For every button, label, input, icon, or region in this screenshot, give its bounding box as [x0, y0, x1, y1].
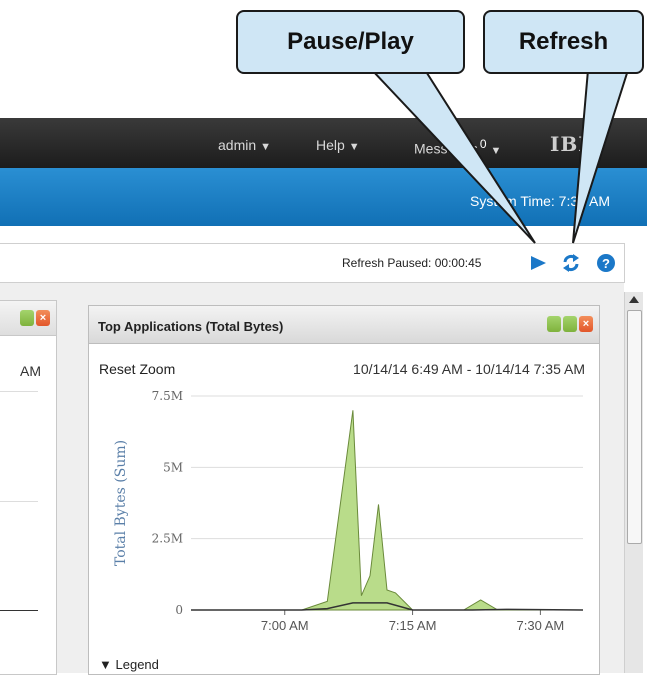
y-tick-label: 2.5M: [152, 532, 183, 546]
y-axis-label: Total Bytes (Sum): [113, 440, 129, 566]
scrollbar-thumb[interactable]: [627, 310, 642, 544]
minimize-icon[interactable]: [547, 316, 561, 332]
y-tick-label: 5M: [163, 460, 183, 474]
pause-play-callout-label: Pause/Play: [236, 10, 465, 74]
legend-toggle[interactable]: ▼ Legend: [99, 657, 159, 672]
panel-window-controls: ×: [547, 316, 593, 332]
y-tick-label: 0: [175, 603, 183, 617]
panel-title: Top Applications (Total Bytes): [98, 319, 284, 334]
close-icon[interactable]: ×: [36, 310, 50, 326]
series-1-area: [191, 410, 583, 611]
bytes-area-chart: 0 2.5M 5M 7.5M 7:00 AM 7:15 AM 7:30 AM Total By…: [113, 389, 584, 633]
gridline: [0, 501, 38, 502]
scroll-up-icon[interactable]: [629, 296, 639, 303]
gridline: [0, 391, 38, 392]
left-panel-time: AM: [20, 363, 41, 379]
vertical-scrollbar[interactable]: [624, 292, 643, 673]
x-tick-label: 7:15 AM: [389, 618, 437, 633]
y-tick-label: 7.5M: [152, 389, 183, 403]
reset-zoom-button[interactable]: Reset Zoom: [99, 361, 175, 377]
legend-arrow-icon: ▼: [99, 657, 112, 672]
left-dashboard-panel: × AM: [0, 300, 57, 675]
settings-icon[interactable]: [563, 316, 577, 332]
refresh-callout-label: Refresh: [483, 10, 644, 74]
time-range-label: 10/14/14 6:49 AM - 10/14/14 7:35 AM: [353, 361, 585, 377]
legend-label: Legend: [115, 657, 159, 672]
close-icon[interactable]: ×: [579, 316, 593, 332]
left-panel-controls: ×: [20, 310, 50, 326]
settings-icon[interactable]: [20, 310, 34, 326]
top-applications-panel: Top Applications (Total Bytes) × Reset Z…: [88, 305, 600, 675]
panel-header: Top Applications (Total Bytes) ×: [89, 306, 599, 344]
x-tick-label: 7:00 AM: [261, 618, 309, 633]
axis-line: [0, 610, 38, 611]
x-tick-label: 7:30 AM: [517, 618, 565, 633]
